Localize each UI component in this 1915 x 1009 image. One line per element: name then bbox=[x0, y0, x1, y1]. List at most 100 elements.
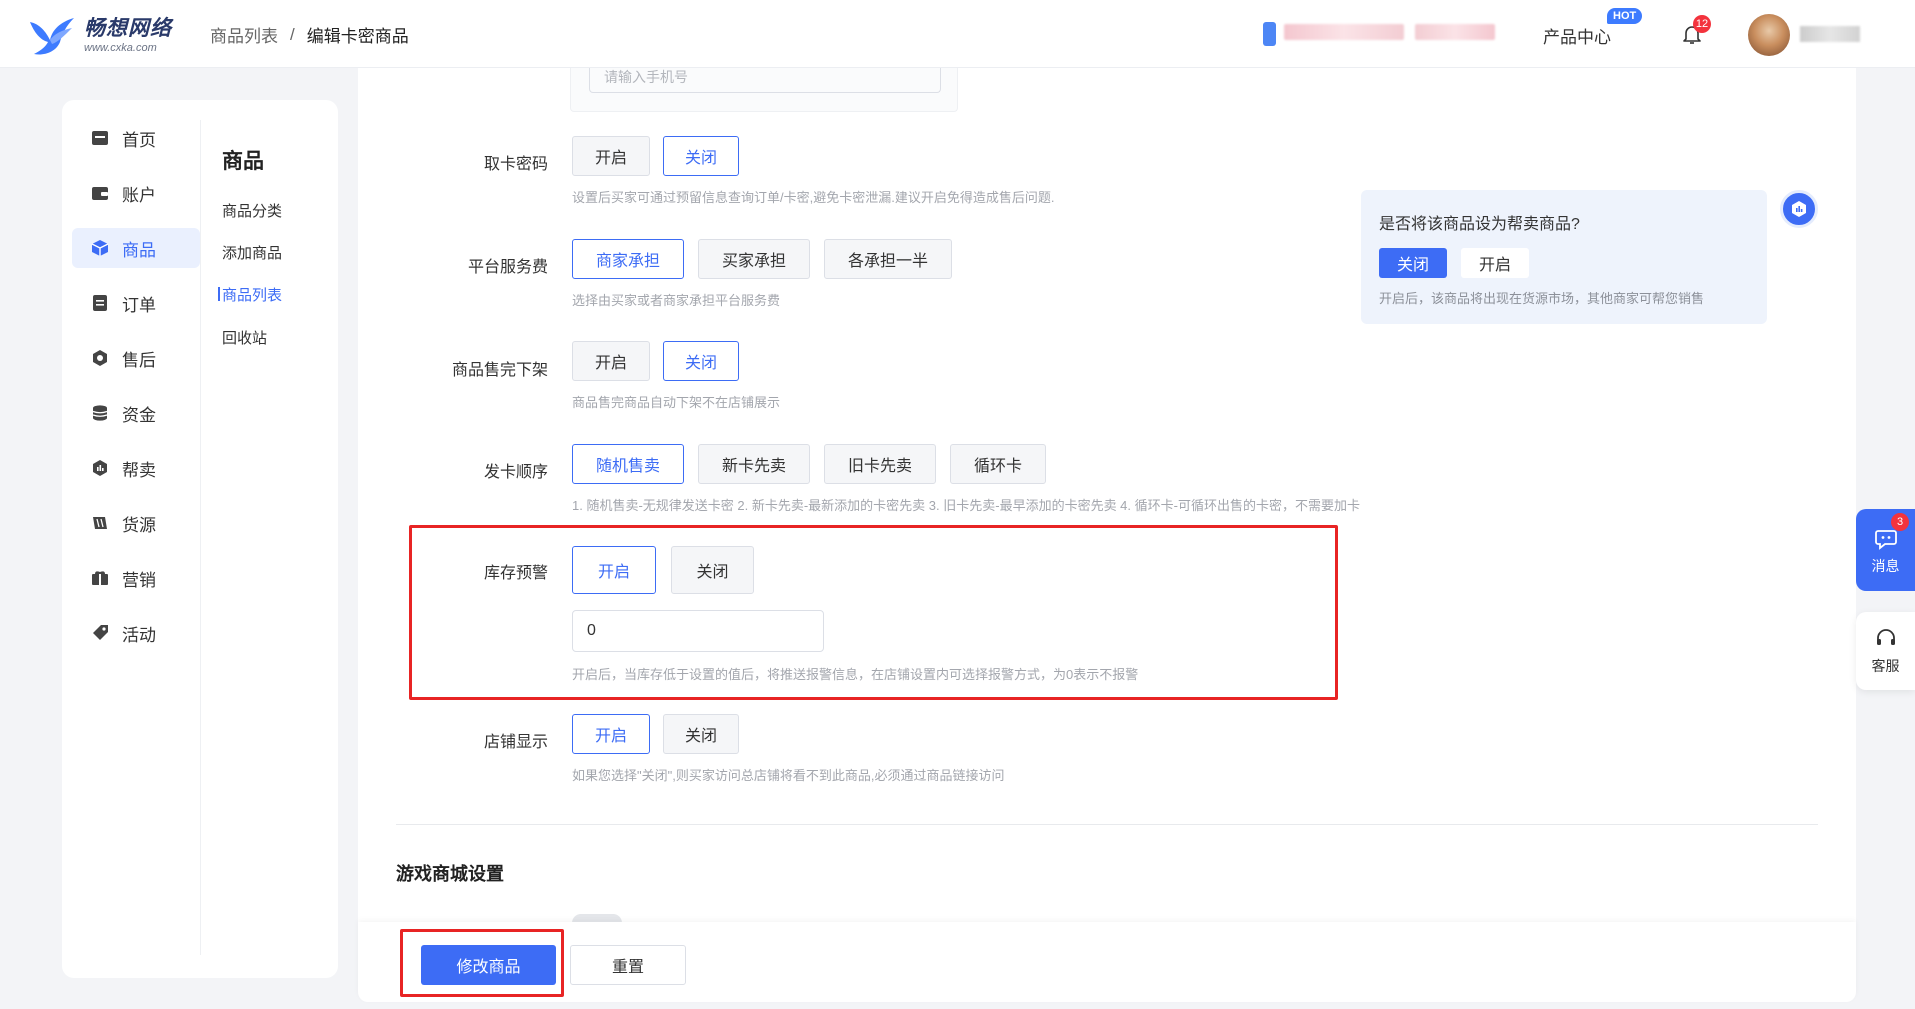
issue-order-label: 发卡顺序 bbox=[483, 464, 548, 481]
nav-label: 订单 bbox=[122, 295, 156, 315]
aftersale-icon bbox=[90, 348, 110, 368]
message-count-badge: 3 bbox=[1891, 513, 1909, 531]
stock-alert-label: 库存预警 bbox=[483, 565, 548, 582]
hot-badge: HOT bbox=[1607, 8, 1643, 24]
help-sell-icon bbox=[90, 458, 110, 478]
subnav-item-list[interactable]: 商品列表 bbox=[217, 284, 282, 305]
soldout-hint: 商品售完商品自动下架不在店铺展示 bbox=[572, 395, 781, 410]
game-section-title: 游戏商城设置 bbox=[396, 864, 504, 884]
soldout-off-button[interactable]: 关闭 bbox=[663, 341, 739, 381]
shop-display-label: 店铺显示 bbox=[483, 734, 548, 751]
platform-fee-merchant-button[interactable]: 商家承担 bbox=[572, 239, 684, 279]
nav-label: 营销 bbox=[122, 570, 156, 590]
nav-label: 售后 bbox=[122, 350, 156, 370]
platform-fee-hint: 选择由买家或者商家承担平台服务费 bbox=[572, 293, 781, 308]
avatar[interactable] bbox=[1748, 14, 1790, 56]
nav-label: 货源 bbox=[122, 515, 156, 535]
breadcrumb: 商品列表 / 编辑卡密商品 bbox=[210, 22, 409, 47]
nav-label: 活动 bbox=[122, 625, 156, 645]
card-password-label: 取卡密码 bbox=[483, 156, 548, 173]
nav-item-goods[interactable]: 商品 bbox=[72, 228, 200, 268]
shop-display-off-button[interactable]: 关闭 bbox=[663, 714, 739, 754]
nav-item-marketing[interactable]: 营销 bbox=[72, 558, 200, 598]
reset-button[interactable]: 重置 bbox=[570, 945, 686, 985]
redacted-info-2 bbox=[1415, 24, 1495, 40]
nav-item-supply[interactable]: 货源 bbox=[72, 503, 200, 543]
brand-url: www.cxka.com bbox=[84, 42, 157, 54]
message-label: 消息 bbox=[1871, 558, 1900, 574]
nav-item-home[interactable]: 首页 bbox=[72, 118, 200, 158]
nav-label: 首页 bbox=[122, 130, 156, 150]
stock-alert-hint: 开启后，当库存低于设置的值后，将推送报警信息，在店铺设置内可选择报警方式，为0表… bbox=[572, 667, 1139, 682]
issue-order-old-button[interactable]: 旧卡先卖 bbox=[824, 444, 936, 484]
nav-divider bbox=[200, 120, 201, 955]
bird-logo-icon bbox=[30, 18, 74, 55]
brand-logo[interactable]: 畅想网络 www.cxka.com bbox=[26, 14, 172, 58]
nav-item-account[interactable]: 账户 bbox=[72, 173, 200, 213]
soldout-offshelf-label: 商品售完下架 bbox=[451, 362, 548, 379]
product-center-link[interactable]: 产品中心 bbox=[1543, 23, 1611, 48]
issue-order-hint: 1. 随机售卖-无规律发送卡密 2. 新卡先卖-最新添加的卡密先卖 3. 旧卡先… bbox=[572, 498, 1360, 513]
help-sell-badge-icon[interactable] bbox=[1780, 190, 1818, 228]
subnav-item-category[interactable]: 商品分类 bbox=[222, 200, 282, 221]
issue-order-new-button[interactable]: 新卡先卖 bbox=[698, 444, 810, 484]
side-nav-panel: 首页 账户 商品 订单 售后 资金 帮卖 货源 营销 活动 商品 商品分类 添加… bbox=[62, 100, 338, 978]
activity-icon bbox=[90, 623, 110, 643]
card-password-on-button[interactable]: 开启 bbox=[572, 136, 650, 176]
stock-alert-off-button[interactable]: 关闭 bbox=[671, 546, 754, 594]
subnav-item-recycle[interactable]: 回收站 bbox=[222, 327, 267, 348]
help-sell-hint: 开启后，该商品将出现在货源市场，其他商家可帮您销售 bbox=[1379, 291, 1705, 306]
platform-fee-half-button[interactable]: 各承担一半 bbox=[824, 239, 952, 279]
float-message-button[interactable]: 3 消息 bbox=[1856, 509, 1915, 591]
brand-name: 畅想网络 bbox=[84, 17, 172, 40]
shop-display-hint: 如果您选择"关闭",则买家访问总店铺将看不到此商品,必须通过商品链接访问 bbox=[572, 768, 1005, 783]
subnav-title: 商品 bbox=[222, 150, 264, 173]
stock-alert-threshold-input[interactable] bbox=[572, 610, 824, 652]
phone-input[interactable]: 请输入手机号 bbox=[589, 68, 941, 93]
platform-fee-buyer-button[interactable]: 买家承担 bbox=[698, 239, 810, 279]
help-sell-off-button[interactable]: 关闭 bbox=[1379, 248, 1447, 278]
coins-icon bbox=[90, 403, 110, 423]
section-divider bbox=[396, 824, 1818, 825]
subnav-item-add[interactable]: 添加商品 bbox=[222, 242, 282, 263]
service-label: 客服 bbox=[1871, 658, 1900, 674]
box-icon bbox=[90, 238, 110, 258]
submit-modify-button[interactable]: 修改商品 bbox=[421, 945, 556, 985]
help-sell-card: 是否将该商品设为帮卖商品? 关闭 开启 开启后，该商品将出现在货源市场，其他商家… bbox=[1361, 190, 1767, 324]
breadcrumb-separator: / bbox=[290, 24, 295, 44]
stock-alert-on-button[interactable]: 开启 bbox=[572, 546, 656, 594]
phone-icon bbox=[1263, 22, 1276, 46]
help-sell-on-button[interactable]: 开启 bbox=[1461, 248, 1529, 278]
nav-item-activity[interactable]: 活动 bbox=[72, 613, 200, 653]
nav-label: 账户 bbox=[122, 185, 156, 205]
card-password-hint: 设置后买家可通过预留信息查询订单/卡密,避免卡密泄漏.建议开启免得造成售后问题. bbox=[572, 190, 1055, 205]
issue-order-random-button[interactable]: 随机售卖 bbox=[572, 444, 684, 484]
shop-display-on-button[interactable]: 开启 bbox=[572, 714, 650, 754]
help-sell-question: 是否将该商品设为帮卖商品? bbox=[1379, 216, 1580, 233]
home-icon bbox=[90, 128, 110, 148]
issue-order-loop-button[interactable]: 循环卡 bbox=[950, 444, 1046, 484]
soldout-on-button[interactable]: 开启 bbox=[572, 341, 650, 381]
nav-item-funds[interactable]: 资金 bbox=[72, 393, 200, 433]
nav-label: 资金 bbox=[122, 405, 156, 425]
breadcrumb-current: 编辑卡密商品 bbox=[306, 27, 409, 46]
nav-item-orders[interactable]: 订单 bbox=[72, 283, 200, 323]
marketing-icon bbox=[90, 568, 110, 588]
breadcrumb-parent[interactable]: 商品列表 bbox=[210, 22, 278, 47]
supply-icon bbox=[90, 513, 110, 533]
nav-label: 帮卖 bbox=[122, 460, 156, 480]
redacted-info bbox=[1284, 24, 1404, 40]
redacted-username bbox=[1800, 26, 1860, 42]
nav-label: 商品 bbox=[122, 240, 156, 260]
headset-icon bbox=[1877, 629, 1895, 645]
card-password-off-button[interactable]: 关闭 bbox=[663, 136, 739, 176]
order-icon bbox=[90, 293, 110, 313]
platform-fee-label: 平台服务费 bbox=[467, 259, 548, 276]
top-header: 畅想网络 www.cxka.com 商品列表 / 编辑卡密商品 产品中心 HOT… bbox=[0, 0, 1915, 68]
notification-count: 12 bbox=[1693, 15, 1711, 33]
nav-item-aftersale[interactable]: 售后 bbox=[72, 338, 200, 378]
float-service-button[interactable]: 客服 bbox=[1856, 612, 1915, 690]
phone-field-container: 请输入手机号 bbox=[570, 68, 958, 112]
nav-item-help-sell[interactable]: 帮卖 bbox=[72, 448, 200, 488]
wallet-icon bbox=[90, 183, 110, 203]
